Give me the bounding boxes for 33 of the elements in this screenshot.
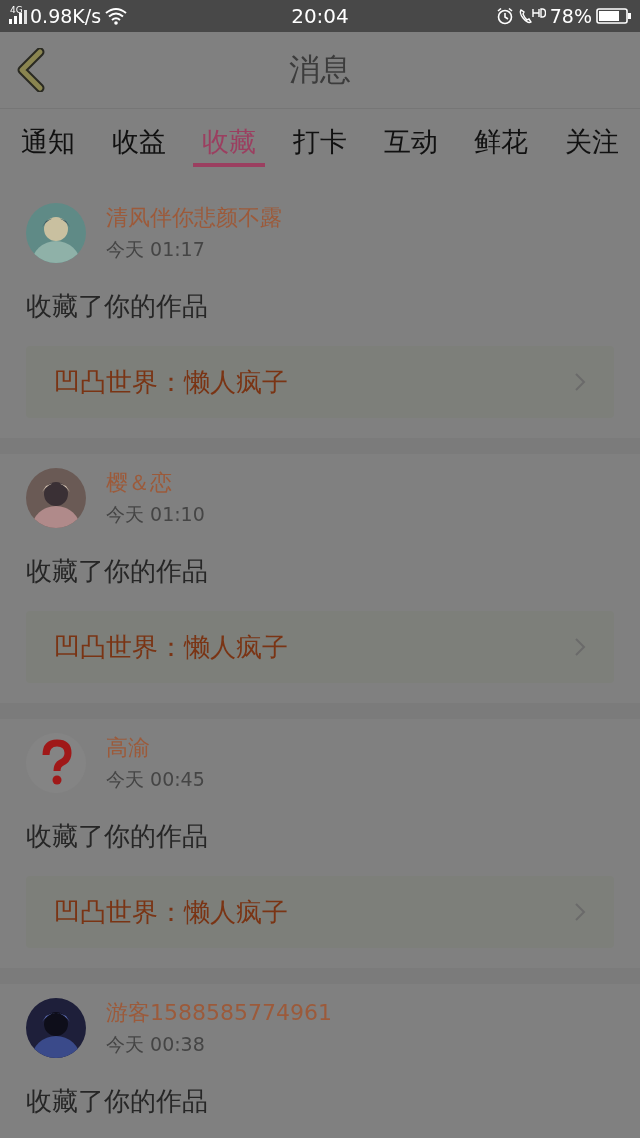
message-time: 今天 00:45 bbox=[106, 767, 205, 792]
alarm-icon bbox=[495, 7, 514, 25]
message-text: 收藏了你的作品 bbox=[26, 1085, 209, 1118]
user-name[interactable]: 高渝 bbox=[106, 733, 205, 763]
user-name[interactable]: 清风伴你悲颜不露 bbox=[106, 203, 282, 233]
message-time: 今天 00:38 bbox=[106, 1032, 206, 1057]
tab[interactable]: 通知 bbox=[12, 109, 84, 167]
message-text: 收藏了你的作品 bbox=[26, 820, 209, 853]
work-link[interactable]: 凹凸世界：懒人疯子 bbox=[26, 876, 614, 948]
network-type: 4G bbox=[10, 5, 24, 15]
tab[interactable]: 鲜花 bbox=[465, 109, 538, 167]
tab[interactable]: 收藏 bbox=[193, 109, 266, 167]
message-time: 今天 01:17 bbox=[106, 237, 206, 262]
page-title: 消息 bbox=[289, 50, 351, 89]
user-name[interactable]: 游客1588585774961 bbox=[106, 998, 332, 1028]
tab[interactable]: 打卡 bbox=[283, 109, 356, 167]
signal-icon bbox=[8, 7, 30, 25]
hd-call-icon bbox=[517, 7, 546, 25]
tab[interactable]: 关注 bbox=[555, 109, 628, 167]
battery-icon bbox=[596, 7, 632, 25]
message-time: 今天 01:10 bbox=[106, 502, 205, 527]
wifi-icon bbox=[105, 7, 128, 25]
work-link[interactable]: 凹凸世界：懒人疯子 bbox=[26, 346, 614, 418]
back-button[interactable] bbox=[16, 48, 46, 92]
battery-percent: 78% bbox=[549, 5, 592, 27]
message-text: 收藏了你的作品 bbox=[26, 555, 209, 588]
network-speed: 0.98K/s bbox=[30, 5, 102, 27]
tab[interactable]: 互动 bbox=[374, 109, 447, 167]
message-text: 收藏了你的作品 bbox=[26, 290, 209, 323]
clock: 20:04 bbox=[291, 4, 349, 28]
user-name[interactable]: 樱＆恋 bbox=[106, 468, 205, 498]
work-link[interactable]: 凹凸世界：懒人疯子 bbox=[26, 611, 614, 683]
tab[interactable]: 收益 bbox=[102, 109, 175, 167]
